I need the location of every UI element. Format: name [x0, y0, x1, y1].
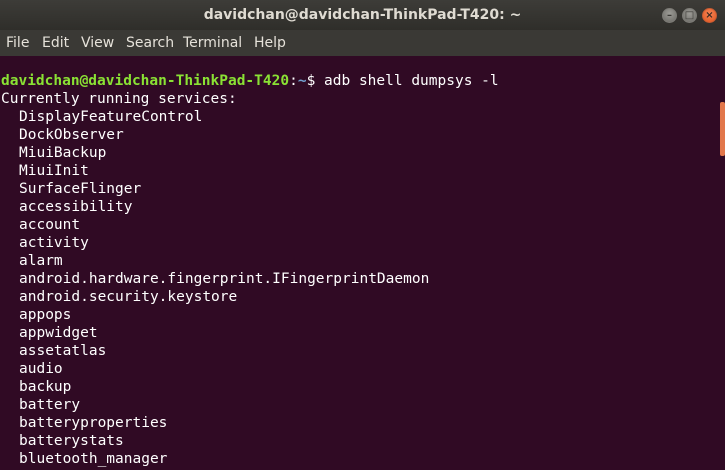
window-title: davidchan@davidchan-ThinkPad-T420: ~ — [203, 7, 522, 23]
service-line: appwidget — [19, 325, 98, 341]
service-line: audio — [19, 361, 63, 377]
menu-bar: File Edit View Search Terminal Help — [0, 30, 725, 56]
menu-search[interactable]: Search — [126, 35, 174, 51]
service-line: backup — [19, 379, 72, 395]
prompt-separator: : — [289, 73, 298, 89]
service-line: alarm — [19, 253, 63, 269]
service-list: DisplayFeatureControl DockObserver MiuiBac… — [1, 108, 499, 468]
service-line: android.hardware.fingerprint.IFingerprin… — [19, 271, 430, 287]
title-bar[interactable]: davidchan@davidchan-ThinkPad-T420: ~ – □… — [0, 0, 725, 30]
scrollbar-thumb[interactable] — [720, 102, 725, 156]
service-line: DockObserver — [19, 127, 124, 143]
service-line: appops — [19, 307, 72, 323]
menu-terminal[interactable]: Terminal — [183, 35, 242, 51]
prompt-user: davidchan@davidchan-ThinkPad-T420 — [1, 73, 290, 89]
service-line: assetatlas — [19, 343, 107, 359]
service-line: batteryproperties — [19, 415, 168, 431]
menu-help[interactable]: Help — [254, 35, 286, 51]
prompt-line: davidchan@davidchan-ThinkPad-T420:~$ adb… — [1, 72, 499, 90]
service-line: android.security.keystore — [19, 289, 238, 305]
service-line: MiuiBackup — [19, 145, 107, 161]
close-icon[interactable]: × — [702, 8, 717, 23]
terminal-output: davidchan@davidchan-ThinkPad-T420:~$ adb… — [1, 72, 499, 468]
maximize-icon[interactable]: □ — [682, 8, 697, 23]
service-line: SurfaceFlinger — [19, 181, 142, 197]
menu-view[interactable]: View — [81, 35, 114, 51]
terminal-window: davidchan@davidchan-ThinkPad-T420: ~ – □… — [0, 0, 725, 470]
service-line: MiuiInit — [19, 163, 89, 179]
service-line: battery — [19, 397, 81, 413]
service-line: accessibility — [19, 199, 133, 215]
output-header: Currently running services: — [1, 91, 237, 107]
prompt-path: ~ — [297, 73, 307, 89]
prompt-symbol: $ — [306, 73, 325, 89]
menu-file[interactable]: File — [6, 35, 29, 51]
service-line: batterystats — [19, 433, 124, 449]
menu-edit[interactable]: Edit — [42, 35, 69, 51]
service-line: activity — [19, 235, 89, 251]
service-line: account — [19, 217, 81, 233]
terminal-area[interactable]: davidchan@davidchan-ThinkPad-T420:~$ adb… — [0, 56, 725, 470]
minimize-icon[interactable]: – — [662, 8, 677, 23]
command-text: adb shell dumpsys -l — [324, 73, 499, 89]
service-line: DisplayFeatureControl — [19, 109, 203, 125]
service-line: bluetooth_manager — [19, 451, 168, 467]
